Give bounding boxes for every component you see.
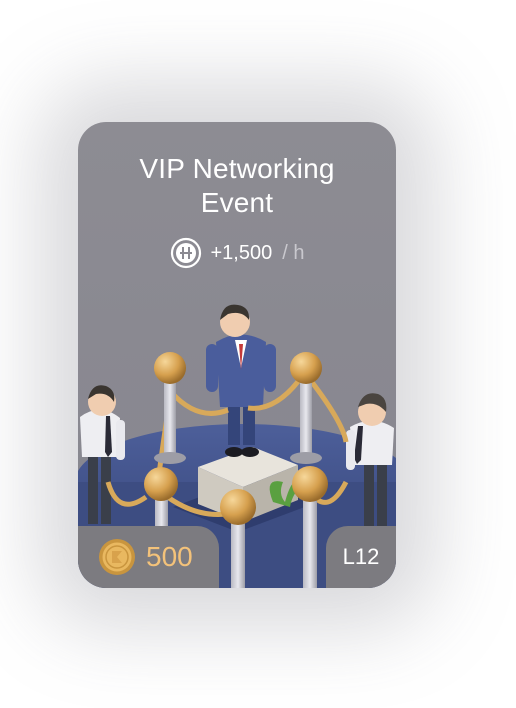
upgrade-card[interactable]: VIP Networking Event +1,500 / h 500 L12 (78, 122, 396, 588)
card-title-line2: Event (200, 187, 274, 218)
price-value: 500 (146, 541, 193, 572)
profit-per-hour: +1,500 / h (78, 237, 396, 269)
gold-coin-icon (99, 539, 135, 575)
profit-value: +1,500 (210, 241, 273, 264)
level-badge: L12 (326, 526, 396, 588)
profit-coin-icon (170, 237, 201, 269)
profit-unit: / h (282, 241, 305, 264)
level-value: L12 (342, 544, 380, 569)
card-title-line1: VIP Networking (139, 153, 335, 184)
card-title: VIP Networking Event (78, 152, 396, 220)
price-tab[interactable]: 500 (78, 526, 219, 588)
